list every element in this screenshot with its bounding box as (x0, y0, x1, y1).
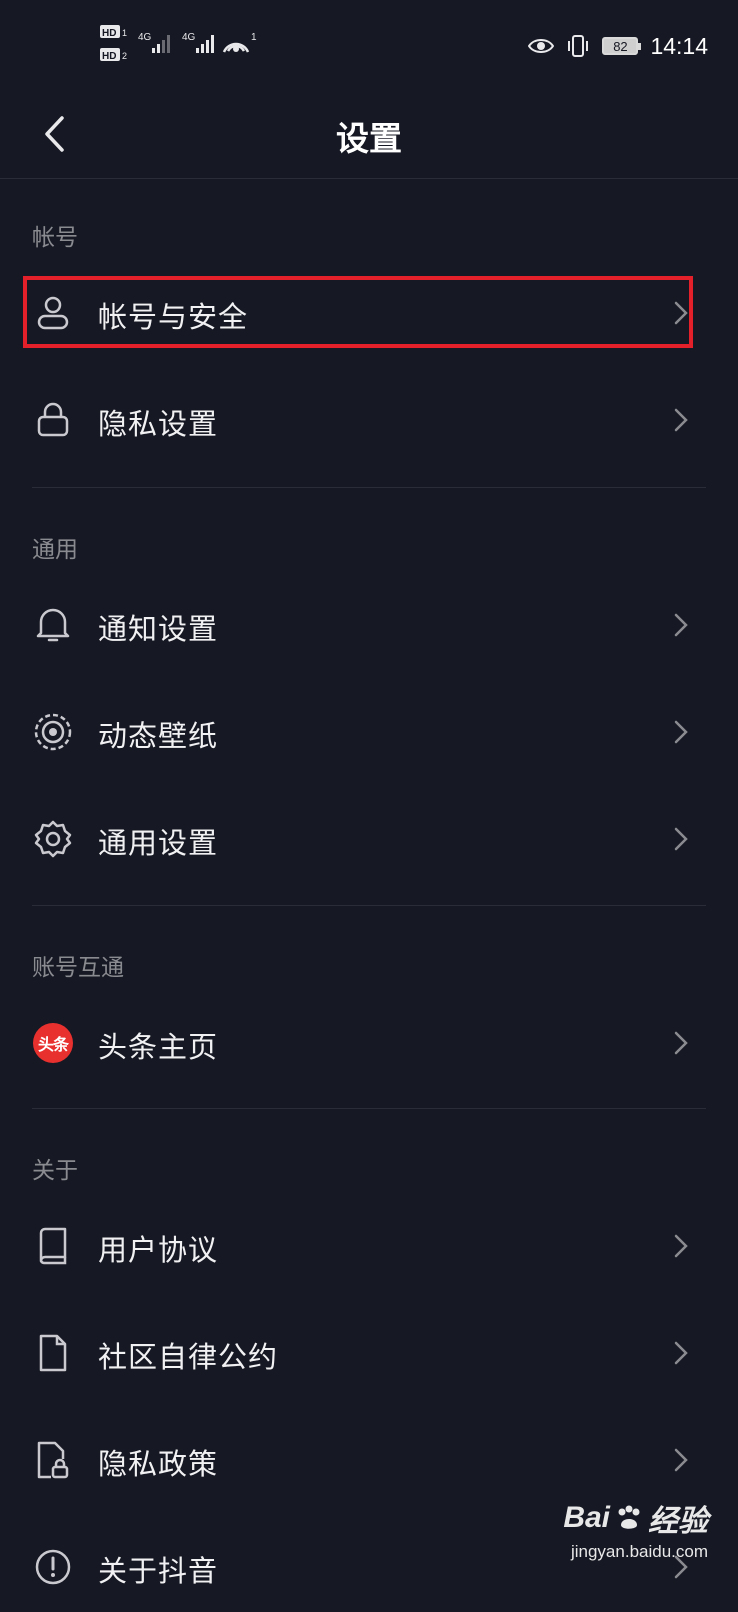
document-icon (32, 1332, 74, 1374)
sim2-label: HD (102, 51, 116, 62)
row-account-security[interactable]: 帐号与安全 (0, 268, 738, 358)
divider (32, 1108, 706, 1109)
chevron-right-icon (674, 613, 688, 637)
status-left: HD 1 HD 2 4G 4G 1 (100, 22, 260, 66)
info-icon (32, 1546, 74, 1588)
row-live-wallpaper[interactable]: 动态壁纸 (0, 687, 738, 777)
chevron-right-icon (674, 1234, 688, 1258)
chevron-right-icon (674, 408, 688, 432)
toutiao-logo-icon: 头条 (32, 1022, 74, 1064)
watermark-logo-text: 经验 (648, 1505, 708, 1538)
chevron-right-icon (674, 1341, 688, 1365)
row-label: 通知设置 (98, 612, 219, 646)
row-user-agreement[interactable]: 用户协议 (0, 1201, 738, 1291)
net2-label: 4G (182, 32, 196, 43)
signal-icons: HD 1 HD 2 4G 4G 1 (100, 25, 257, 62)
row-label: 隐私政策 (98, 1447, 219, 1481)
chevron-right-icon (674, 1031, 688, 1055)
divider (32, 487, 706, 488)
section-label-account: 帐号 (32, 225, 78, 251)
live-wallpaper-icon (32, 711, 74, 753)
row-label: 动态壁纸 (98, 719, 219, 753)
watermark-logo-text: Bai (563, 1501, 610, 1534)
divider (32, 905, 706, 906)
row-label: 关于抖音 (98, 1554, 219, 1588)
row-general-settings[interactable]: 通用设置 (0, 794, 738, 884)
lock-icon (32, 399, 74, 441)
sim1-label: HD (102, 28, 116, 39)
svg-text:2: 2 (122, 51, 127, 61)
status-bar: HD 1 HD 2 4G 4G 1 82 14:14 (0, 0, 738, 92)
row-toutiao-homepage[interactable]: 头条 头条主页 (0, 998, 738, 1088)
nav-header: 设置 (0, 92, 738, 179)
row-label: 通用设置 (98, 826, 219, 860)
row-label: 帐号与安全 (98, 300, 249, 334)
vibrate-icon (568, 35, 589, 57)
page-title: 设置 (336, 119, 402, 158)
chevron-right-icon (674, 720, 688, 744)
hotspot-count: 1 (251, 32, 257, 43)
chevron-right-icon (674, 1448, 688, 1472)
bell-icon (32, 604, 74, 646)
chevron-right-icon (674, 827, 688, 851)
battery-indicator: 82 (602, 37, 642, 55)
book-icon (32, 1225, 74, 1267)
watermark-url: jingyan.baidu.com (570, 1542, 708, 1561)
row-privacy-settings[interactable]: 隐私设置 (0, 375, 738, 465)
chevron-right-icon (674, 301, 688, 325)
gear-icon (32, 818, 74, 860)
row-label: 用户协议 (98, 1233, 219, 1267)
baidu-logo: Bai 经验 (563, 1496, 708, 1540)
status-right: 82 14:14 (528, 28, 708, 64)
row-community-guidelines[interactable]: 社区自律公约 (0, 1308, 738, 1398)
section-label-general: 通用 (32, 537, 78, 563)
paw-icon (618, 1505, 640, 1529)
toutiao-badge: 头条 (33, 1023, 73, 1063)
net1-label: 4G (138, 32, 152, 43)
baidu-watermark: Bai 经验 jingyan.baidu.com (563, 1496, 708, 1562)
svg-text:1: 1 (122, 28, 127, 38)
section-label-about: 关于 (32, 1158, 78, 1184)
eye-icon (528, 39, 555, 53)
clock: 14:14 (650, 32, 708, 59)
privacy-doc-icon (32, 1439, 74, 1481)
section-label-linked: 账号互通 (32, 955, 124, 981)
row-label: 头条主页 (98, 1030, 219, 1064)
person-icon (32, 292, 74, 334)
row-label: 隐私设置 (98, 407, 219, 441)
row-label: 社区自律公约 (98, 1340, 279, 1374)
row-privacy-policy[interactable]: 隐私政策 (0, 1415, 738, 1505)
row-notification-settings[interactable]: 通知设置 (0, 580, 738, 670)
